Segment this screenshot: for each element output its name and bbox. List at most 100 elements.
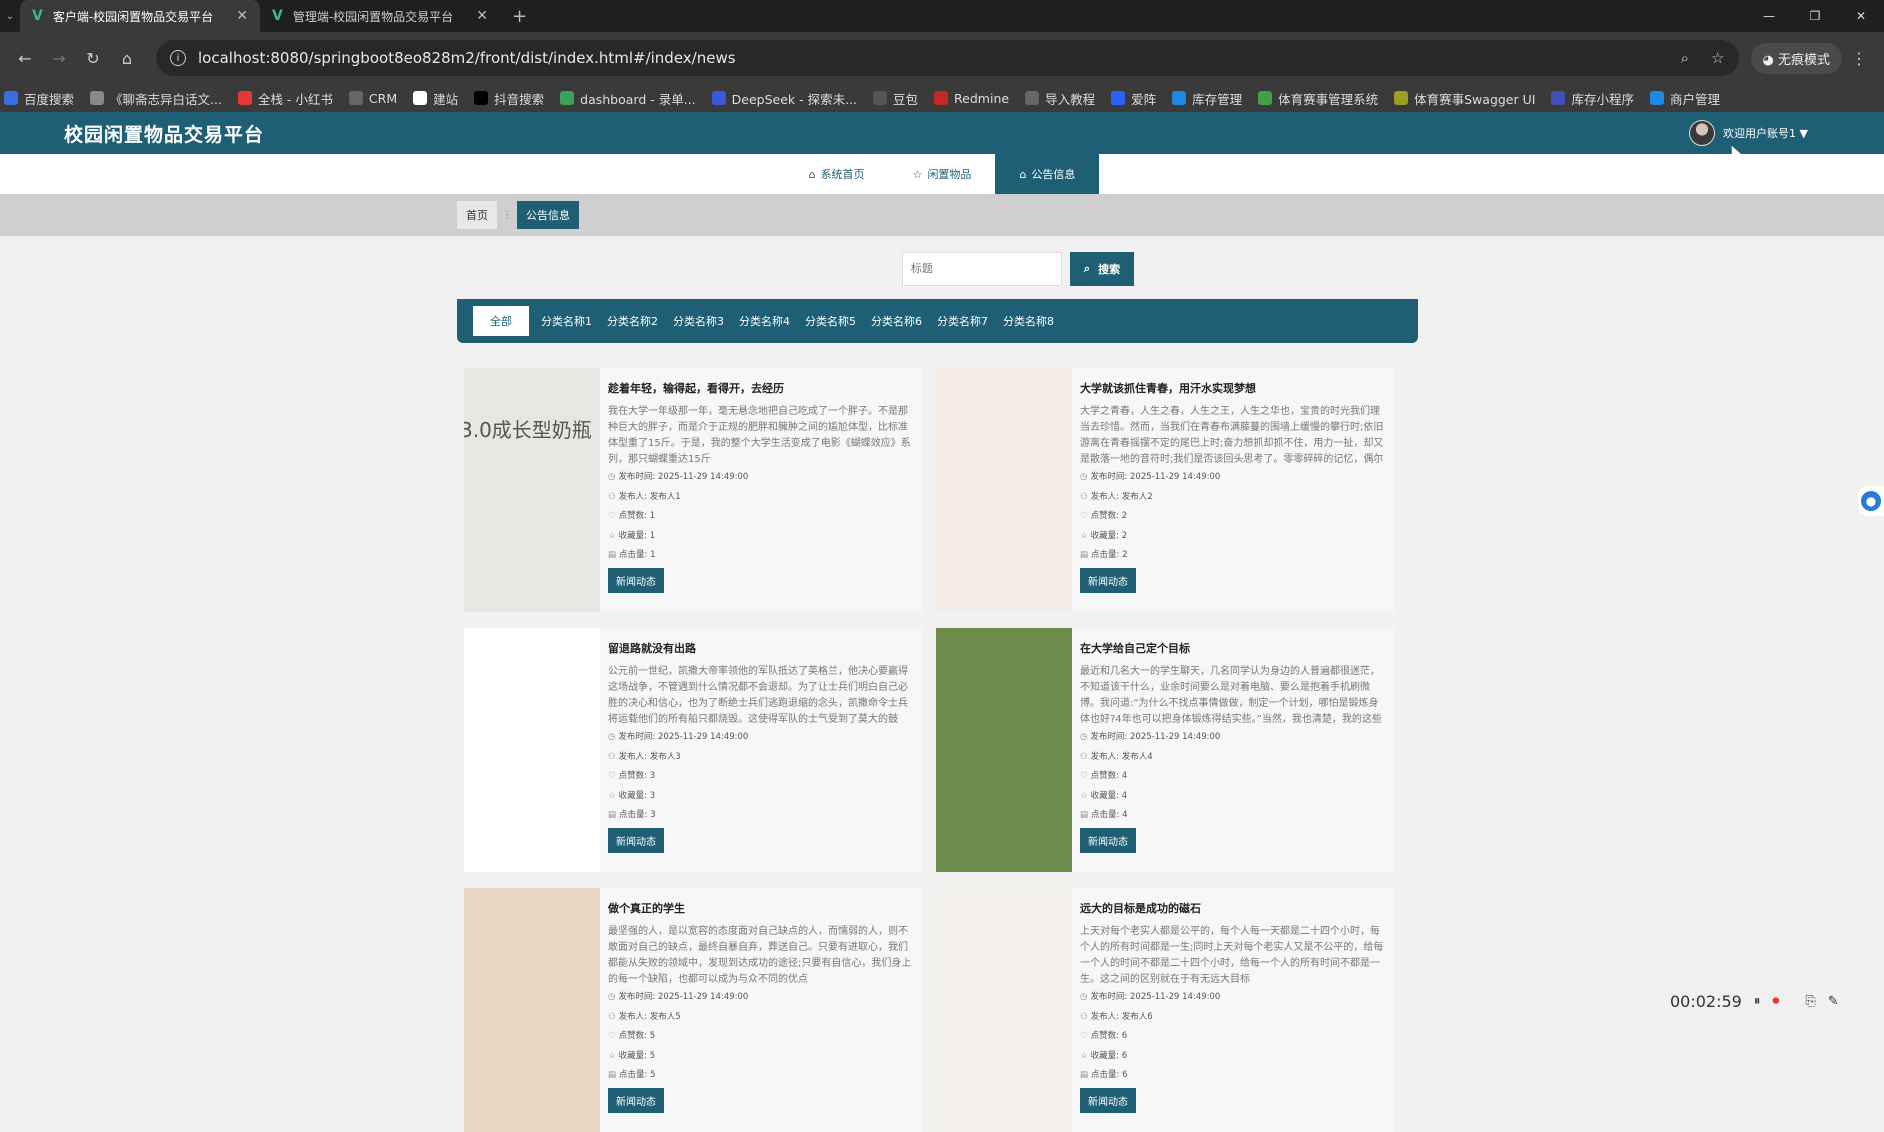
bookmark-label: 百度搜索 <box>24 89 74 108</box>
bookmark-item[interactable]: DeepSeek - 探索未... <box>712 89 857 108</box>
camera-icon[interactable]: ⎘ <box>1805 994 1815 1009</box>
meta-label: 点赞数: <box>619 771 647 781</box>
browser-tab-client[interactable]: V 客户端-校园闲置物品交易平台 ✕ <box>20 0 260 32</box>
news-title[interactable]: 留退路就没有出路 <box>608 640 914 656</box>
news-info: 留退路就没有出路 公元前一世纪，凯撒大帝率领他的军队抵达了英格兰，他决心要赢得这… <box>600 628 922 872</box>
category-tab[interactable]: 分类名称2 <box>607 313 658 329</box>
bookmark-item[interactable]: 百度搜索 <box>4 89 74 108</box>
floating-assistant[interactable]: ● <box>1858 486 1884 516</box>
news-card[interactable]: 大学就该抓住青春，用汗水实现梦想 大学之青春，人生之春，人生之王，人生之华也，宝… <box>936 368 1394 612</box>
bookmark-favicon-icon <box>934 91 948 105</box>
news-thumbnail[interactable] <box>936 888 1072 1132</box>
news-category-tag[interactable]: 新闻动态 <box>608 568 664 593</box>
category-tab[interactable]: 分类名称3 <box>673 313 724 329</box>
meta-value: 5 <box>650 1070 655 1080</box>
bookmark-item[interactable]: 体育赛事Swagger UI <box>1394 89 1535 108</box>
news-thumbnail[interactable] <box>464 888 600 1132</box>
reload-button[interactable]: ↻ <box>76 49 110 68</box>
category-tab[interactable]: 分类名称7 <box>937 313 988 329</box>
bookmark-item[interactable]: Redmine <box>934 91 1009 106</box>
news-title[interactable]: 在大学给自己定个目标 <box>1080 640 1386 656</box>
close-window-button[interactable]: ✕ <box>1838 0 1884 32</box>
news-title[interactable]: 做个真正的学生 <box>608 900 914 916</box>
category-tab[interactable]: 分类名称1 <box>541 313 592 329</box>
tab-search-menu[interactable]: ⌄ <box>0 0 20 32</box>
bookmark-item[interactable]: 库存小程序 <box>1551 89 1634 108</box>
bookmark-item[interactable]: 商户管理 <box>1650 89 1720 108</box>
category-tab[interactable]: 分类名称8 <box>1003 313 1054 329</box>
news-title[interactable]: 远大的目标是成功的磁石 <box>1080 900 1386 916</box>
news-category-tag[interactable]: 新闻动态 <box>1080 828 1136 853</box>
pause-icon[interactable]: ⏸ <box>1754 994 1761 1009</box>
news-thumbnail[interactable]: 3.0成长型奶瓶 <box>464 368 600 612</box>
category-tab[interactable]: 分类名称4 <box>739 313 790 329</box>
search-row: ⌕搜索 <box>0 252 1884 286</box>
news-clicks: ▤点击量: 6 <box>1080 1066 1386 1086</box>
close-icon[interactable]: ✕ <box>236 8 248 24</box>
main-nav: ⌂系统首页 ☆闲置物品 ⌂公告信息 <box>0 154 1884 194</box>
bookmark-item[interactable]: 豆包 <box>873 89 918 108</box>
url-field[interactable]: i localhost:8080/springboot8eo828m2/fron… <box>156 40 1739 76</box>
clock-icon: ◷ <box>608 472 615 482</box>
star-icon: ☆ <box>1080 1051 1088 1061</box>
bookmark-star-icon[interactable]: ☆ <box>1711 49 1724 67</box>
search-input[interactable] <box>902 252 1062 286</box>
nav-home[interactable]: ⌂系统首页 <box>785 154 889 194</box>
category-tab[interactable]: 分类名称6 <box>871 313 922 329</box>
bookmark-item[interactable]: CRM <box>349 91 397 106</box>
minimize-button[interactable]: — <box>1746 0 1792 32</box>
forward-button[interactable]: → <box>42 49 76 68</box>
home-button[interactable]: ⌂ <box>110 49 144 68</box>
news-card[interactable]: 留退路就没有出路 公元前一世纪，凯撒大帝率领他的军队抵达了英格兰，他决心要赢得这… <box>464 628 922 872</box>
news-thumbnail[interactable] <box>936 368 1072 612</box>
back-button[interactable]: ← <box>8 49 42 68</box>
news-title[interactable]: 趁着年轻，输得起，看得开，去经历 <box>608 380 914 396</box>
category-tab[interactable]: 全部 <box>473 306 529 336</box>
meta-value: 6 <box>1122 1031 1127 1041</box>
news-category-tag[interactable]: 新闻动态 <box>608 828 664 853</box>
meta-value: 2025-11-29 14:49:00 <box>658 472 748 482</box>
news-thumbnail[interactable] <box>936 628 1072 872</box>
news-category-tag[interactable]: 新闻动态 <box>1080 568 1136 593</box>
bookmark-item[interactable]: 体育赛事管理系统 <box>1258 89 1378 108</box>
search-button[interactable]: ⌕搜索 <box>1070 252 1134 286</box>
user-menu[interactable]: 欢迎用户账号1 ▼ <box>1689 120 1808 146</box>
user-label: 欢迎用户账号1 ▼ <box>1723 125 1808 141</box>
site-info-icon[interactable]: i <box>170 50 186 66</box>
new-tab-button[interactable]: + <box>500 0 539 32</box>
meta-label: 点击量: <box>1091 810 1119 820</box>
nav-items[interactable]: ☆闲置物品 <box>889 154 996 194</box>
bookmark-item[interactable]: 导入教程 <box>1025 89 1095 108</box>
browser-tab-admin[interactable]: V 管理端-校园闲置物品交易平台 ✕ <box>260 0 500 32</box>
news-card[interactable]: 3.0成长型奶瓶 趁着年轻，输得起，看得开，去经历 我在大学一年级那一年，毫无悬… <box>464 368 922 612</box>
bookmark-item[interactable]: 库存管理 <box>1172 89 1242 108</box>
bookmark-label: 导入教程 <box>1045 89 1095 108</box>
category-tab[interactable]: 分类名称5 <box>805 313 856 329</box>
nav-news[interactable]: ⌂公告信息 <box>995 154 1099 194</box>
bookmark-item[interactable]: 抖音搜索 <box>474 89 544 108</box>
bookmark-item[interactable]: 建站 <box>413 89 458 108</box>
news-card[interactable]: 远大的目标是成功的磁石 上天对每个老实人都是公平的，每个人每一天都是二十四个小时… <box>936 888 1394 1132</box>
restore-button[interactable]: ❐ <box>1792 0 1838 32</box>
bookmark-item[interactable]: dashboard - 录单... <box>560 89 696 108</box>
news-likes: ♡点赞数: 2 <box>1080 507 1386 527</box>
zoom-icon[interactable]: ⌕ <box>1681 49 1689 67</box>
incognito-badge[interactable]: ◕ 无痕模式 <box>1751 43 1843 74</box>
meta-value: 2 <box>1122 511 1127 521</box>
stop-icon[interactable]: ⏺ <box>1772 993 1779 1009</box>
news-card[interactable]: 做个真正的学生 最坚强的人，是以宽容的态度面对自己缺点的人，而懦弱的人，则不敢面… <box>464 888 922 1132</box>
bookmark-item[interactable]: 全栈 - 小红书 <box>238 89 333 108</box>
close-icon[interactable]: ✕ <box>476 8 488 24</box>
news-category-tag[interactable]: 新闻动态 <box>1080 1088 1136 1113</box>
news-category-tag[interactable]: 新闻动态 <box>608 1088 664 1113</box>
pen-icon[interactable]: ✎ <box>1828 994 1839 1009</box>
bookmark-item[interactable]: 《聊斋志异白话文... <box>90 89 222 108</box>
news-thumbnail[interactable] <box>464 628 600 872</box>
bookmark-item[interactable]: 爱阵 <box>1111 89 1156 108</box>
news-title[interactable]: 大学就该抓住青春，用汗水实现梦想 <box>1080 380 1386 396</box>
menu-icon[interactable]: ⋮ <box>1842 49 1876 68</box>
meta-value: 发布人2 <box>1122 492 1153 502</box>
meta-value: 6 <box>1122 1051 1127 1061</box>
breadcrumb-home[interactable]: 首页 <box>457 201 497 229</box>
news-card[interactable]: 在大学给自己定个目标 最近和几名大一的学生聊天，几名同学认为身边的人普遍都很迷茫… <box>936 628 1394 872</box>
